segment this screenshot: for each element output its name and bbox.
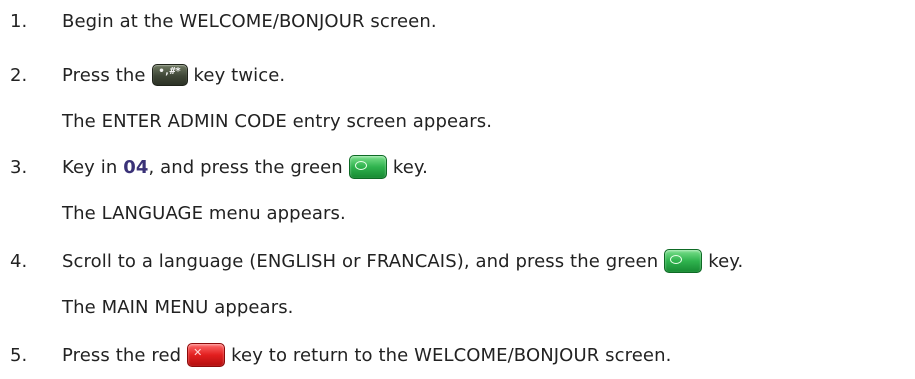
step-result: The ENTER ADMIN CODE entry screen appear… (62, 110, 493, 132)
step-number: 5. (10, 344, 28, 366)
step-text-before: Press the red (62, 344, 182, 366)
step-text-after: key to return to the WELCOME/BONJOUR scr… (231, 344, 672, 366)
red-key-icon: ✕ (187, 343, 226, 367)
step-text-mid: , and press the green (148, 156, 343, 178)
step-text: Key in 04, and press the green key. (62, 155, 428, 179)
step-text: Scroll to a language (ENGLISH or FRANCAI… (62, 249, 743, 273)
step-number: 4. (10, 250, 28, 272)
step-number: 2. (10, 64, 28, 86)
green-key-oval (354, 161, 367, 170)
green-key-oval (670, 255, 683, 264)
step-text-after: key. (392, 156, 428, 178)
hash-key-icon: •,#* (151, 64, 188, 86)
step-result: The MAIN MENU appears. (62, 296, 294, 318)
step-text-after: key twice. (193, 64, 286, 86)
step-text-after: key. (708, 250, 744, 272)
step-result: The LANGUAGE menu appears. (62, 202, 346, 224)
step-text: Begin at the WELCOME/BONJOUR screen. (62, 10, 437, 32)
step-text: Press the •,#* key twice. (62, 64, 285, 86)
admin-code: 04 (123, 156, 149, 178)
red-key-x: ✕ (193, 346, 203, 359)
step-number: 1. (10, 10, 28, 32)
step-text-before: Press the (62, 64, 146, 86)
step-number: 3. (10, 156, 28, 178)
step-text: Press the red ✕ key to return to the WEL… (62, 343, 671, 367)
instruction-list: 1. Begin at the WELCOME/BONJOUR screen. … (0, 0, 915, 379)
step-text-before: Key in (62, 156, 118, 178)
green-key-icon (664, 249, 703, 273)
green-key-icon (348, 155, 387, 179)
hash-key-label: •,#* (158, 66, 182, 77)
step-text-before: Scroll to a language (ENGLISH or FRANCAI… (62, 250, 659, 272)
